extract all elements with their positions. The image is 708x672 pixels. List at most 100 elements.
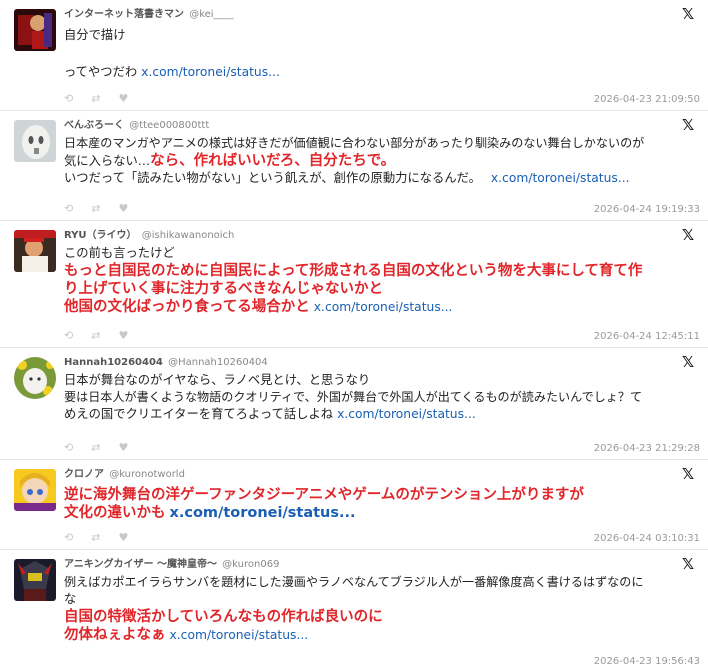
text-line: 気に入らない…なら、作ればいいだろ、自分たちで。	[64, 152, 694, 170]
timestamp[interactable]: 2026-04-23 21:09:50	[594, 94, 700, 105]
post-actions: ⟲ ⇄ ♥	[64, 92, 128, 106]
avatar-image	[14, 120, 56, 162]
post-link[interactable]: x.com/toronei/status...	[314, 300, 453, 314]
post-link[interactable]: x.com/toronei/status...	[170, 628, 309, 642]
text-line: な	[64, 592, 77, 606]
author-name[interactable]: インターネット落書きマン	[64, 9, 184, 20]
x-logo-icon[interactable]: 𝕏	[680, 466, 696, 482]
timestamp[interactable]: 2026-04-23 19:56:43	[594, 656, 700, 667]
emphasis-text: もっと自国民のために自国民によって形成される自国の文化という物を大事にして育て作	[64, 263, 643, 279]
text-line: いつだって「読みたい物がない」という飢えが、創作の原動力になるんだ。 x.com/…	[64, 170, 694, 187]
avatar[interactable]	[14, 230, 56, 272]
emphasis-text: 逆に海外舞台の洋ゲーファンタジーアニメやゲームのがテンション上がりますが	[64, 487, 584, 503]
timestamp[interactable]: 2026-04-24 03:10:31	[594, 533, 700, 544]
reply-icon[interactable]: ⟲	[64, 202, 73, 216]
text-line: この前も言ったけど	[64, 246, 175, 260]
post: RYU（ライウ） @ishikawanonoich 𝕏 この前も言ったけど もっ…	[0, 221, 708, 348]
timestamp[interactable]: 2026-04-24 19:19:33	[594, 204, 700, 215]
timestamp[interactable]: 2026-04-24 12:45:11	[594, 331, 700, 342]
repost-icon[interactable]: ⇄	[91, 441, 100, 455]
x-logo-icon[interactable]: 𝕏	[680, 6, 696, 22]
reply-icon[interactable]: ⟲	[64, 531, 73, 545]
post-text: 逆に海外舞台の洋ゲーファンタジーアニメやゲームのがテンション上がりますが 文化の…	[64, 486, 694, 522]
avatar[interactable]	[14, 559, 56, 601]
x-logo-icon[interactable]: 𝕏	[680, 556, 696, 572]
text-line: 要は日本人が書くような物語のクオリティで、外国が舞台で外国人が出てくるものが読み…	[64, 390, 643, 404]
text-line: ってやつだわ x.com/toronei/status...	[64, 64, 694, 81]
heart-icon[interactable]: ♥	[118, 531, 128, 545]
repost-icon[interactable]: ⇄	[91, 531, 100, 545]
author-name[interactable]: べんぶろーく	[64, 120, 124, 131]
repost-icon[interactable]: ⇄	[91, 92, 100, 106]
author-name[interactable]: RYU（ライウ）	[64, 230, 137, 241]
post-actions: ⟲ ⇄ ♥	[64, 329, 128, 343]
text-segment: ってやつだわ	[64, 65, 138, 79]
x-logo-icon[interactable]: 𝕏	[680, 117, 696, 133]
avatar[interactable]	[14, 9, 56, 51]
emphasis-text: なら、作ればいいだろ、自分たちで。	[150, 153, 396, 169]
avatar[interactable]	[14, 120, 56, 162]
post-text: この前も言ったけど もっと自国民のために自国民によって形成される自国の文化という…	[64, 245, 694, 316]
avatar-image	[14, 230, 56, 272]
author-name[interactable]: アニキングカイザー 〜魔神皇帝〜	[64, 559, 217, 570]
emphasis-text: 文化の違いかも	[64, 505, 166, 521]
text-line: めえの国でクリエイターを育てろよって話しよね x.com/toronei/stat…	[64, 406, 694, 423]
text-line: 日本が舞台なのがイヤなら、ラノベ見とけ、と思うなり	[64, 373, 371, 387]
post: べんぶろーく @ttee000800ttt 𝕏 日本産のマンガやアニメの様式は好…	[0, 111, 708, 221]
heart-icon[interactable]: ♥	[118, 202, 128, 216]
post-text: 日本が舞台なのがイヤなら、ラノベ見とけ、と思うなり 要は日本人が書くような物語の…	[64, 372, 694, 423]
repost-icon[interactable]: ⇄	[91, 329, 100, 343]
author-name[interactable]: クロノア	[64, 469, 104, 480]
emphasis-text: 勿体ねぇよなぁ	[64, 627, 166, 643]
x-logo-icon[interactable]: 𝕏	[680, 227, 696, 243]
post-text: 自分で描け ってやつだわ x.com/toronei/status...	[64, 27, 694, 81]
heart-icon[interactable]: ♥	[118, 92, 128, 106]
text-line: 日本産のマンガやアニメの様式は好きだが価値観に合わない部分があったり馴染みのない…	[64, 136, 645, 150]
text-segment: いつだって「読みたい物がない」という飢えが、創作の原動力になるんだ。	[64, 171, 481, 185]
x-logo-icon[interactable]: 𝕏	[680, 354, 696, 370]
post-link[interactable]: x.com/toronei/status...	[337, 407, 476, 421]
post: インターネット落書きマン @kei____ 𝕏 自分で描け ってやつだわ x.co…	[0, 0, 708, 111]
author-handle[interactable]: @kei____	[189, 9, 233, 20]
author-name[interactable]: Hannah10260404	[64, 357, 163, 368]
post: アニキングカイザー 〜魔神皇帝〜 @kuron069 𝕏 例えばカポエイラらサン…	[0, 550, 708, 672]
reply-icon[interactable]: ⟲	[64, 329, 73, 343]
post-text: 日本産のマンガやアニメの様式は好きだが価値観に合わない部分があったり馴染みのない…	[64, 135, 694, 187]
post-link[interactable]: x.com/toronei/status...	[141, 65, 280, 79]
post-actions: ⟲ ⇄ ♥	[64, 531, 128, 545]
text-line: 勿体ねぇよなぁ x.com/toronei/status...	[64, 626, 694, 644]
emphasis-text: 他国の文化ばっかり食ってる場合かと	[64, 299, 310, 315]
avatar-image	[14, 357, 56, 399]
heart-icon[interactable]: ♥	[118, 441, 128, 455]
timestamp[interactable]: 2026-04-23 21:29:28	[594, 443, 700, 454]
reply-icon[interactable]: ⟲	[64, 441, 73, 455]
author-handle[interactable]: @ishikawanonoich	[142, 230, 235, 241]
author-handle[interactable]: @ttee000800ttt	[129, 120, 209, 131]
post-actions: ⟲ ⇄ ♥	[64, 441, 128, 455]
text-line: 他国の文化ばっかり食ってる場合かと x.com/toronei/status...	[64, 298, 694, 316]
emphasis-text: り上げていく事に注力するべきなんじゃないかと	[64, 281, 383, 297]
text-line: 文化の違いかも x.com/toronei/status...	[64, 504, 694, 522]
reply-icon[interactable]: ⟲	[64, 92, 73, 106]
avatar-image	[14, 9, 56, 51]
text-line: 自分で描け	[64, 28, 126, 42]
avatar-image	[14, 469, 56, 511]
heart-icon[interactable]: ♥	[118, 329, 128, 343]
avatar[interactable]	[14, 357, 56, 399]
text-line: 例えばカポエイラらサンバを題材にした漫画やラノベなんてブラジル人が一番解像度高く…	[64, 575, 644, 589]
post: クロノア @kuronotworld 𝕏 逆に海外舞台の洋ゲーファンタジーアニメ…	[0, 460, 708, 550]
author-handle[interactable]: @Hannah10260404	[168, 357, 268, 368]
emphasis-text: 自国の特徴活かしていろんなもの作れば良いのに	[64, 609, 383, 625]
avatar-image	[14, 559, 56, 601]
avatar[interactable]	[14, 469, 56, 511]
post-link[interactable]: x.com/toronei/status...	[491, 171, 630, 185]
post-feed: インターネット落書きマン @kei____ 𝕏 自分で描け ってやつだわ x.co…	[0, 0, 708, 672]
post: Hannah10260404 @Hannah10260404 𝕏 日本が舞台なの…	[0, 348, 708, 460]
post-text: 例えばカポエイラらサンバを題材にした漫画やラノベなんてブラジル人が一番解像度高く…	[64, 574, 694, 644]
author-handle[interactable]: @kuron069	[222, 559, 279, 570]
repost-icon[interactable]: ⇄	[91, 202, 100, 216]
text-segment: 気に入らない…	[64, 154, 151, 168]
author-handle[interactable]: @kuronotworld	[109, 469, 185, 480]
post-link[interactable]: x.com/toronei/status...	[170, 505, 356, 521]
